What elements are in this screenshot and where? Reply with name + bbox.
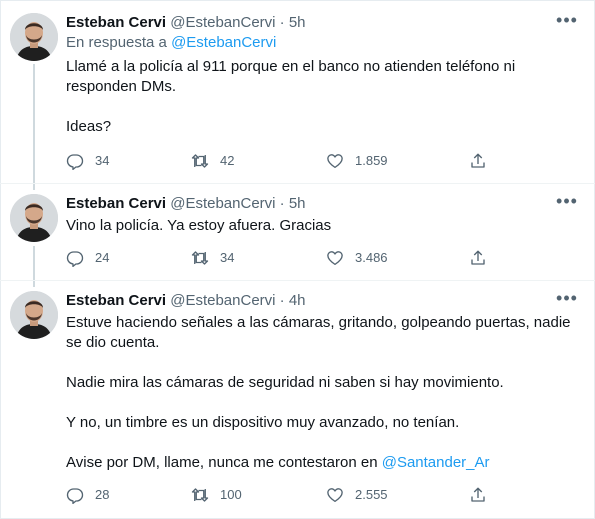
reply-to-line: En respuesta a @EstebanCervi — [66, 33, 581, 53]
author-name[interactable]: Esteban Cervi — [66, 292, 166, 309]
tweet-text: Vino la policía. Ya estoy afuera. Gracia… — [66, 216, 581, 236]
author-handle[interactable]: @EstebanCervi — [170, 195, 275, 212]
tweet-3[interactable]: Esteban Cervi @EstebanCervi · 4h ••• Est… — [0, 281, 595, 519]
thread-line — [33, 246, 35, 280]
like-button[interactable]: 3.486 — [326, 248, 388, 268]
tweet-2[interactable]: Esteban Cervi @EstebanCervi · 5h ••• Vin… — [0, 184, 595, 280]
tweet-header: Esteban Cervi @EstebanCervi · 5h — [66, 194, 581, 214]
thread-line — [33, 64, 35, 183]
tweet-1[interactable]: Esteban Cervi @EstebanCervi · 5h ••• En … — [0, 0, 595, 183]
tweet-time[interactable]: 4h — [289, 292, 306, 309]
retweet-button[interactable]: 42 — [191, 151, 234, 171]
reply-icon — [66, 154, 84, 170]
retweet-button[interactable]: 100 — [191, 485, 242, 505]
more-options-button[interactable]: ••• — [553, 9, 581, 31]
thread-line — [33, 184, 35, 190]
tweet-text: Estuve haciendo señales a las cámaras, g… — [66, 313, 581, 473]
share-button[interactable] — [469, 151, 498, 171]
reply-count: 24 — [95, 250, 110, 265]
like-icon — [327, 251, 343, 266]
retweet-icon — [191, 488, 209, 502]
separator-dot: · — [279, 195, 285, 212]
reply-count: 28 — [95, 487, 110, 502]
like-button[interactable]: 1.859 — [326, 151, 388, 171]
reply-to-prefix: En respuesta a — [66, 34, 167, 51]
tweet-text: Llamé a la policía al 911 porque en el b… — [66, 57, 581, 137]
reply-button[interactable]: 28 — [66, 485, 109, 505]
tweet-header: Esteban Cervi @EstebanCervi · 5h — [66, 13, 581, 33]
like-count: 1.859 — [355, 153, 388, 168]
tweet-paragraph: Estuve haciendo señales a las cámaras, g… — [66, 314, 571, 351]
reply-icon — [66, 251, 84, 267]
like-icon — [327, 488, 343, 503]
tweet-time[interactable]: 5h — [289, 14, 306, 31]
share-icon — [471, 487, 485, 502]
avatar[interactable] — [10, 13, 58, 61]
mention-link[interactable]: @Santander_Ar — [382, 454, 490, 471]
tweet-header: Esteban Cervi @EstebanCervi · 4h — [66, 291, 581, 311]
like-icon — [327, 154, 343, 169]
like-count: 2.555 — [355, 487, 388, 502]
author-handle[interactable]: @EstebanCervi — [170, 292, 275, 309]
tweet-paragraph: Llamé a la policía al 911 porque en el b… — [66, 58, 516, 95]
more-icon: ••• — [556, 287, 578, 308]
tweet-paragraph: Ideas? — [66, 118, 112, 135]
reply-button[interactable]: 24 — [66, 248, 109, 268]
tweet-time[interactable]: 5h — [289, 195, 306, 212]
more-icon: ••• — [556, 190, 578, 211]
tweet-actions: 24 34 3.486 — [66, 248, 595, 268]
avatar[interactable] — [10, 194, 58, 242]
like-count: 3.486 — [355, 250, 388, 265]
tweet-paragraph: Vino la policía. Ya estoy afuera. Gracia… — [66, 217, 332, 234]
retweet-button[interactable]: 34 — [191, 248, 234, 268]
author-handle[interactable]: @EstebanCervi — [170, 14, 275, 31]
tweet-text-span: Avise por DM, llame, nunca me contestaro… — [66, 454, 382, 471]
author-name[interactable]: Esteban Cervi — [66, 195, 166, 212]
thread-line — [33, 281, 35, 287]
reply-count: 34 — [95, 153, 110, 168]
share-button[interactable] — [469, 248, 498, 268]
retweet-count: 42 — [220, 153, 235, 168]
author-name[interactable]: Esteban Cervi — [66, 14, 166, 31]
reply-icon — [66, 488, 84, 504]
share-icon — [471, 153, 485, 168]
tweet-paragraph: Y no, un timbre es un dispositivo muy av… — [66, 414, 460, 431]
reply-button[interactable]: 34 — [66, 151, 109, 171]
retweet-count: 100 — [220, 487, 242, 502]
more-options-button[interactable]: ••• — [553, 190, 581, 212]
retweet-count: 34 — [220, 250, 235, 265]
more-icon: ••• — [556, 9, 578, 30]
tweet-actions: 34 42 1.859 — [66, 151, 595, 171]
more-options-button[interactable]: ••• — [553, 287, 581, 309]
separator-dot: · — [279, 292, 285, 309]
separator-dot: · — [279, 14, 285, 31]
avatar[interactable] — [10, 291, 58, 339]
tweet-paragraph: Avise por DM, llame, nunca me contestaro… — [66, 453, 581, 473]
like-button[interactable]: 2.555 — [326, 485, 388, 505]
tweet-paragraph: Nadie mira las cámaras de seguridad ni s… — [66, 374, 504, 391]
tweet-actions: 28 100 2.555 — [66, 485, 595, 505]
retweet-icon — [191, 251, 209, 265]
share-icon — [471, 250, 485, 265]
share-button[interactable] — [469, 485, 498, 505]
retweet-icon — [191, 154, 209, 168]
reply-to-mention[interactable]: @EstebanCervi — [171, 34, 276, 51]
